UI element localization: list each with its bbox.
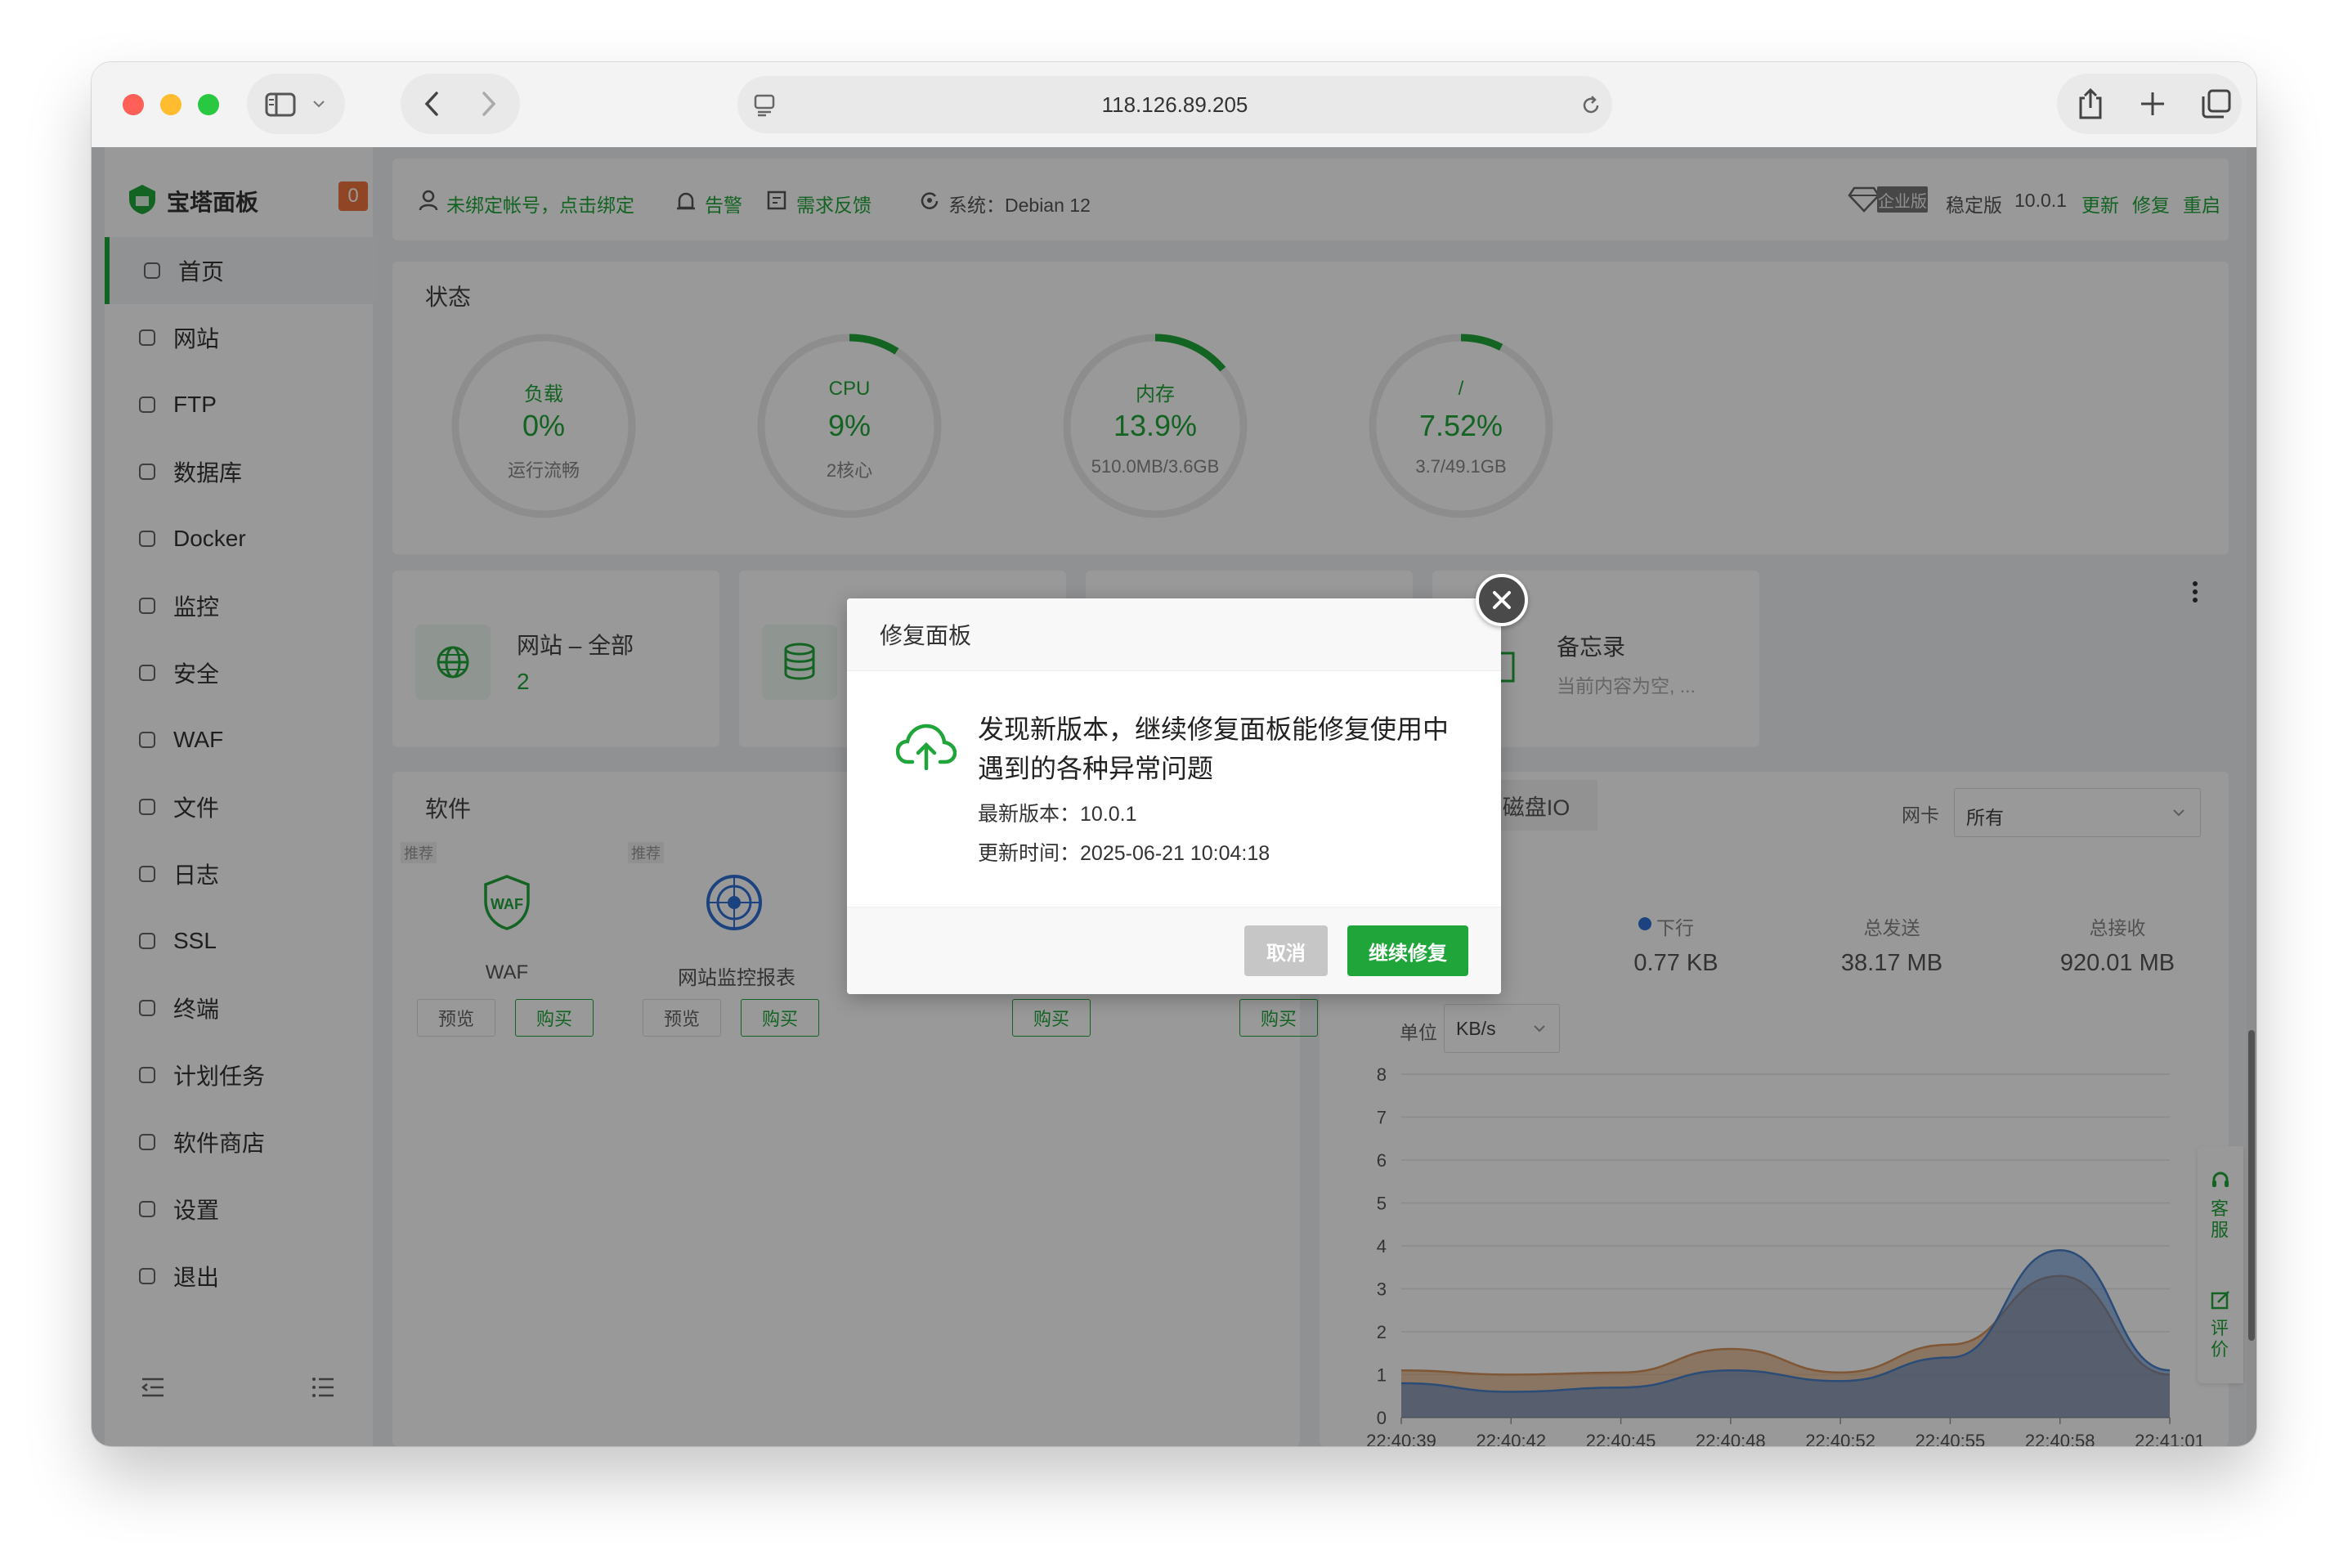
latest-version-row: 最新版本：10.0.1 bbox=[978, 798, 1137, 827]
repair-dialog: 修复面板 发现新版本，继续修复面板能修复使用中 遇到的各种异常问题 最新版本：1… bbox=[847, 598, 1501, 994]
browser-toolbar: 118.126.89.205 bbox=[92, 62, 2256, 148]
update-time-row: 更新时间：2025-06-21 10:04:18 bbox=[978, 837, 1270, 867]
new-tab-icon[interactable] bbox=[2139, 90, 2167, 118]
maximize-window-button[interactable] bbox=[198, 94, 219, 115]
update-time-value: 2025-06-21 10:04:18 bbox=[1080, 842, 1270, 865]
minimize-window-button[interactable] bbox=[160, 94, 181, 115]
reload-icon[interactable] bbox=[1580, 94, 1602, 117]
page-settings-icon[interactable] bbox=[754, 94, 775, 117]
dialog-message-line-2: 遇到的各种异常问题 bbox=[978, 754, 1214, 783]
dialog-title: 修复面板 bbox=[880, 623, 972, 648]
sidebar-toggle-button[interactable] bbox=[247, 74, 345, 134]
latest-version-value: 10.0.1 bbox=[1080, 803, 1137, 826]
nav-buttons bbox=[401, 74, 520, 134]
dialog-close-button[interactable] bbox=[1476, 574, 1528, 626]
sidebar-icon bbox=[265, 92, 296, 117]
chevron-down-icon bbox=[313, 101, 325, 108]
dialog-header: 修复面板 bbox=[847, 598, 1501, 671]
continue-repair-button[interactable]: 继续修复 bbox=[1347, 925, 1468, 976]
back-icon[interactable] bbox=[422, 90, 441, 118]
update-time-label: 更新时间： bbox=[978, 842, 1081, 865]
toolbar-right bbox=[2057, 74, 2242, 134]
url-text: 118.126.89.205 bbox=[1101, 92, 1248, 117]
forward-icon[interactable] bbox=[479, 90, 499, 118]
cancel-button[interactable]: 取消 bbox=[1244, 925, 1328, 976]
cloud-upload-icon bbox=[896, 724, 957, 770]
address-bar[interactable]: 118.126.89.205 bbox=[737, 76, 1612, 133]
latest-version-label: 最新版本： bbox=[978, 803, 1081, 826]
dialog-footer: 取消 继续修复 bbox=[847, 907, 1501, 994]
close-icon bbox=[1493, 591, 1511, 609]
close-window-button[interactable] bbox=[123, 94, 144, 115]
tab-overview-icon[interactable] bbox=[2201, 88, 2232, 119]
dialog-message: 发现新版本，继续修复面板能修复使用中 遇到的各种异常问题 bbox=[978, 710, 1476, 788]
dialog-message-line-1: 发现新版本，继续修复面板能修复使用中 bbox=[978, 715, 1450, 744]
share-icon[interactable] bbox=[2077, 87, 2104, 121]
